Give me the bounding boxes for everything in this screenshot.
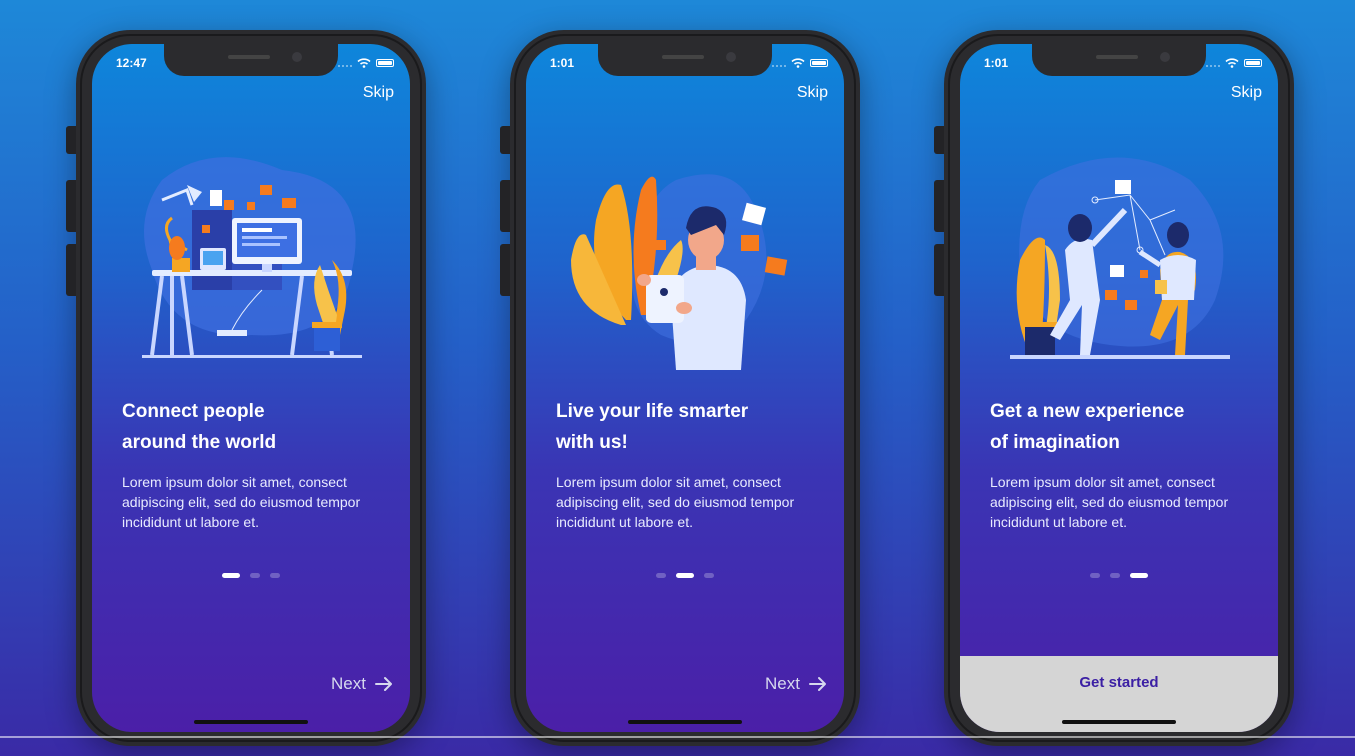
volume-up-button (66, 180, 76, 232)
home-indicator (194, 720, 308, 724)
page-dot-3[interactable] (1130, 573, 1148, 578)
home-indicator (628, 720, 742, 724)
battery-icon (1244, 59, 1262, 67)
skip-button[interactable]: Skip (363, 84, 394, 102)
page-indicator (92, 573, 410, 578)
notch (164, 44, 338, 76)
phone-frame-3: 1:01 Skip Get a new experience of imagin… (934, 30, 1294, 746)
page-dot-1[interactable] (656, 573, 666, 578)
page-indicator (960, 573, 1278, 578)
onboarding-description: Lorem ipsum dolor sit amet, consect adip… (990, 474, 1229, 530)
wifi-icon (791, 58, 805, 68)
page-dot-2[interactable] (676, 573, 694, 578)
volume-up-button (934, 180, 944, 232)
mute-switch (934, 126, 944, 154)
status-time: 1:01 (550, 56, 575, 70)
onboarding-title: Live your life smarter with us! (556, 401, 749, 453)
page-dot-2[interactable] (1110, 573, 1120, 578)
skip-button[interactable]: Skip (1231, 84, 1262, 102)
page-dot-2[interactable] (250, 573, 260, 578)
arrow-right-icon (809, 677, 826, 691)
volume-down-button (500, 244, 510, 296)
home-indicator (1062, 720, 1176, 724)
arrow-right-icon (375, 677, 392, 691)
onboarding-title: Get a new experience of imagination (990, 401, 1185, 453)
battery-icon (810, 59, 828, 67)
next-label: Next (331, 674, 366, 693)
signal-icon (338, 59, 352, 67)
phone-frame-1: 12:47 Skip Connect people around the wor… (66, 30, 426, 746)
workspace-illustration (142, 157, 362, 358)
team-board-illustration (1010, 157, 1230, 359)
onboarding-title: Connect people around the world (122, 401, 277, 453)
notch (598, 44, 772, 76)
signal-icon (772, 59, 786, 67)
onboarding-description: Lorem ipsum dolor sit amet, consect adip… (122, 474, 361, 530)
page-indicator (526, 573, 844, 578)
phone-frame-2: 1:01 Skip Live your life smarter with us… (500, 30, 860, 746)
mute-switch (500, 126, 510, 154)
volume-down-button (934, 244, 944, 296)
status-time: 1:01 (984, 56, 1009, 70)
person-tablet-illustration (571, 174, 788, 370)
page-dot-1[interactable] (222, 573, 240, 578)
page-dot-3[interactable] (704, 573, 714, 578)
page-dot-1[interactable] (1090, 573, 1100, 578)
wifi-icon (1225, 58, 1239, 68)
onboarding-description: Lorem ipsum dolor sit amet, consect adip… (556, 474, 795, 530)
page-dot-3[interactable] (270, 573, 280, 578)
onboarding-screen-3: 1:01 Skip Get a new experience of imagin… (960, 44, 1278, 732)
notch (1032, 44, 1206, 76)
next-label: Next (765, 674, 800, 693)
status-icons (338, 58, 394, 68)
video-progress-line (0, 736, 1355, 738)
onboarding-screen-2: 1:01 Skip Live your life smarter with us… (526, 44, 844, 732)
status-icons (772, 58, 828, 68)
mute-switch (66, 126, 76, 154)
volume-down-button (66, 244, 76, 296)
onboarding-showcase: 12:47 Skip Connect people around the wor… (0, 0, 1355, 756)
next-button[interactable]: Next (331, 674, 394, 694)
next-button[interactable]: Next (765, 674, 828, 694)
status-time: 12:47 (116, 56, 147, 70)
status-icons (1206, 58, 1262, 68)
skip-button[interactable]: Skip (797, 84, 828, 102)
wifi-icon (357, 58, 371, 68)
onboarding-screen-1: 12:47 Skip Connect people around the wor… (92, 44, 410, 732)
battery-icon (376, 59, 394, 67)
signal-icon (1206, 59, 1220, 67)
volume-up-button (500, 180, 510, 232)
